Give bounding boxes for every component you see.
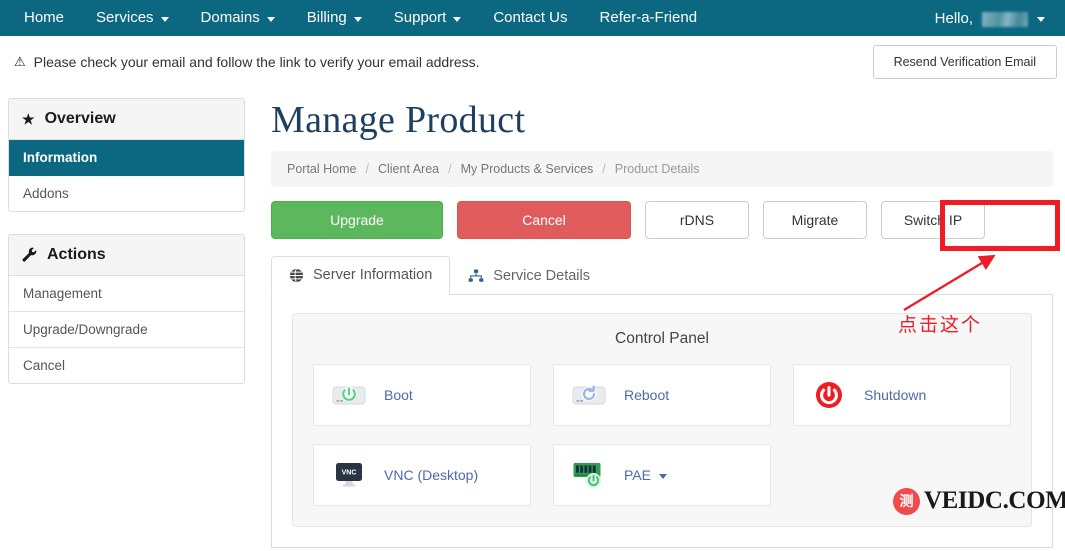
nav-item-label: Contact Us <box>493 0 567 36</box>
control-panel-title: Control Panel <box>313 330 1011 348</box>
nav-item-support[interactable]: Support <box>378 0 478 36</box>
sidebar-item-addons[interactable]: Addons <box>9 176 244 211</box>
upgrade-button[interactable]: Upgrade <box>271 201 443 239</box>
tab-label: Service Details <box>493 269 590 284</box>
top-navigation-bar: Home Services Domains Billing Support Co… <box>0 0 1065 36</box>
nav-item-label: Support <box>394 0 447 36</box>
vnc-monitor-icon: VNC <box>330 458 368 492</box>
breadcrumb: Portal Home / Client Area / My Products … <box>271 151 1053 187</box>
nav-item-domains[interactable]: Domains <box>185 0 291 36</box>
control-panel-tile-vnc-desktop[interactable]: VNC VNC (Desktop) <box>313 444 531 506</box>
switch-ip-button[interactable]: Switch IP <box>881 201 985 239</box>
memory-stick-icon <box>570 458 608 492</box>
control-panel-card: Control Panel <box>292 313 1032 527</box>
resend-verification-email-button[interactable]: Resend Verification Email <box>873 45 1057 79</box>
cancel-button[interactable]: Cancel <box>457 201 631 239</box>
sidebar-item-cancel[interactable]: Cancel <box>9 348 244 383</box>
breadcrumb-item-product-details: Product Details <box>615 162 700 176</box>
sidebar-panel-overview-header: ★ Overview <box>9 99 244 140</box>
chevron-down-icon <box>161 17 169 22</box>
nav-item-label: Refer-a-Friend <box>600 0 698 36</box>
control-panel-tile-label: Reboot <box>624 387 669 403</box>
user-name-redacted <box>982 12 1028 27</box>
sidebar-panel-overview: ★ Overview Information Addons <box>8 98 245 212</box>
warning-icon: ⚠ <box>14 55 26 68</box>
sidebar-panel-actions-header: Actions <box>9 235 244 276</box>
nav-item-home[interactable]: Home <box>18 0 80 36</box>
tab-service-details[interactable]: Service Details <box>450 256 608 295</box>
svg-text:VNC: VNC <box>342 469 357 476</box>
page-title: Manage Product <box>271 101 1053 141</box>
control-panel-tile-label: Shutdown <box>864 387 926 403</box>
nav-item-label: Home <box>24 0 64 36</box>
breadcrumb-item-my-products-services[interactable]: My Products & Services <box>461 162 594 176</box>
star-icon: ★ <box>22 112 35 126</box>
breadcrumb-item-client-area[interactable]: Client Area <box>378 162 439 176</box>
page-layout: ★ Overview Information Addons Actions Ma… <box>0 88 1065 548</box>
nav-item-refer-a-friend[interactable]: Refer-a-Friend <box>584 0 714 36</box>
sidebar-item-information[interactable]: Information <box>9 140 244 176</box>
rdns-button[interactable]: rDNS <box>645 201 749 239</box>
globe-icon <box>289 268 304 283</box>
wrench-icon <box>22 247 37 264</box>
chevron-down-icon <box>659 474 667 479</box>
nav-item-label: Billing <box>307 0 347 36</box>
control-panel-tile-label: PAE <box>624 467 667 483</box>
sitemap-icon <box>468 269 484 283</box>
tile-text: PAE <box>624 467 651 483</box>
alert-message-group: ⚠ Please check your email and follow the… <box>14 54 480 70</box>
server-power-green-icon <box>330 378 368 412</box>
chevron-down-icon <box>453 17 461 22</box>
nav-item-label: Services <box>96 0 154 36</box>
main-content: Manage Product Portal Home / Client Area… <box>245 98 1055 548</box>
control-panel-tile-label: Boot <box>384 387 413 403</box>
nav-item-label: Domains <box>201 0 260 36</box>
email-verification-alert: ⚠ Please check your email and follow the… <box>0 36 1065 88</box>
server-refresh-icon <box>570 378 608 412</box>
migrate-button[interactable]: Migrate <box>763 201 867 239</box>
tile-text: Shutdown <box>864 387 926 403</box>
sidebar-panel-title: Overview <box>45 110 116 128</box>
power-off-red-icon <box>810 378 848 412</box>
tab-bar: Server Information Service Details <box>271 255 1053 295</box>
control-panel-tile-pae[interactable]: PAE <box>553 444 771 506</box>
alert-message: Please check your email and follow the l… <box>34 54 480 70</box>
sidebar-item-management[interactable]: Management <box>9 276 244 312</box>
nav-item-billing[interactable]: Billing <box>291 0 378 36</box>
control-panel-tile-grid: Boot <box>313 364 1011 506</box>
control-panel-tile-shutdown[interactable]: Shutdown <box>793 364 1011 426</box>
sidebar: ★ Overview Information Addons Actions Ma… <box>8 98 245 406</box>
control-panel-tile-label: VNC (Desktop) <box>384 467 478 483</box>
user-account-menu[interactable]: Hello, <box>935 10 1051 27</box>
tile-text: Reboot <box>624 387 669 403</box>
nav-item-services[interactable]: Services <box>80 0 185 36</box>
breadcrumb-separator: / <box>365 162 368 176</box>
sidebar-panel-title: Actions <box>47 246 106 264</box>
breadcrumb-separator: / <box>602 162 605 176</box>
user-greeting: Hello, <box>935 10 973 27</box>
tab-label: Server Information <box>313 268 432 283</box>
product-action-buttons: Upgrade Cancel rDNS Migrate Switch IP <box>271 201 1053 239</box>
nav-item-contact-us[interactable]: Contact Us <box>477 0 583 36</box>
chevron-down-icon <box>354 17 362 22</box>
tab-panel-server-information: Control Panel <box>271 295 1053 548</box>
chevron-down-icon <box>1037 17 1045 22</box>
tile-text: VNC (Desktop) <box>384 467 478 483</box>
breadcrumb-item-portal-home[interactable]: Portal Home <box>287 162 356 176</box>
breadcrumb-separator: / <box>448 162 451 176</box>
control-panel-tile-boot[interactable]: Boot <box>313 364 531 426</box>
sidebar-panel-actions: Actions Management Upgrade/Downgrade Can… <box>8 234 245 384</box>
tab-server-information[interactable]: Server Information <box>271 256 450 295</box>
control-panel-tile-reboot[interactable]: Reboot <box>553 364 771 426</box>
sidebar-item-upgrade-downgrade[interactable]: Upgrade/Downgrade <box>9 312 244 348</box>
tile-text: Boot <box>384 387 413 403</box>
chevron-down-icon <box>267 17 275 22</box>
